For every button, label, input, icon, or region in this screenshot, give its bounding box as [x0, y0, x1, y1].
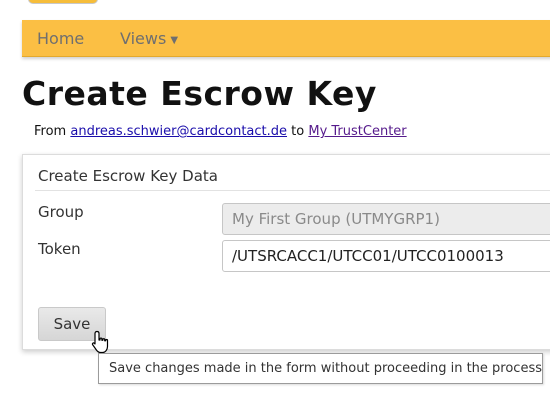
navbar: Home Views ▼ [22, 20, 550, 57]
panel-title: Create Escrow Key Data [38, 167, 218, 185]
nav-views-dropdown[interactable]: Views ▼ [120, 29, 178, 48]
save-tooltip: Save changes made in the form without pr… [98, 353, 543, 384]
top-tab-stub [28, 0, 98, 4]
group-field: My First Group (UTMYGRP1) [222, 203, 550, 235]
page-title: Create Escrow Key [22, 74, 377, 113]
hand-pointer-cursor-icon [91, 330, 109, 354]
breadcrumb-from-text: From [34, 124, 67, 139]
form-panel: Create Escrow Key Data Group My First Gr… [22, 154, 550, 350]
token-label: Token [38, 240, 81, 258]
token-field[interactable]: /UTSRCACC1/UTCC01/UTCC0100013 [222, 240, 550, 272]
nav-home-link[interactable]: Home [37, 29, 84, 48]
nav-views-label: Views [120, 29, 167, 48]
group-label: Group [38, 203, 84, 221]
panel-divider [35, 190, 550, 191]
breadcrumb-to-text: to [291, 124, 305, 139]
trustcenter-link[interactable]: My TrustCenter [308, 124, 406, 139]
caret-down-icon: ▼ [170, 35, 179, 46]
user-link[interactable]: andreas.schwier@cardcontact.de [70, 124, 287, 139]
breadcrumb: From andreas.schwier@cardcontact.de to M… [34, 124, 407, 139]
